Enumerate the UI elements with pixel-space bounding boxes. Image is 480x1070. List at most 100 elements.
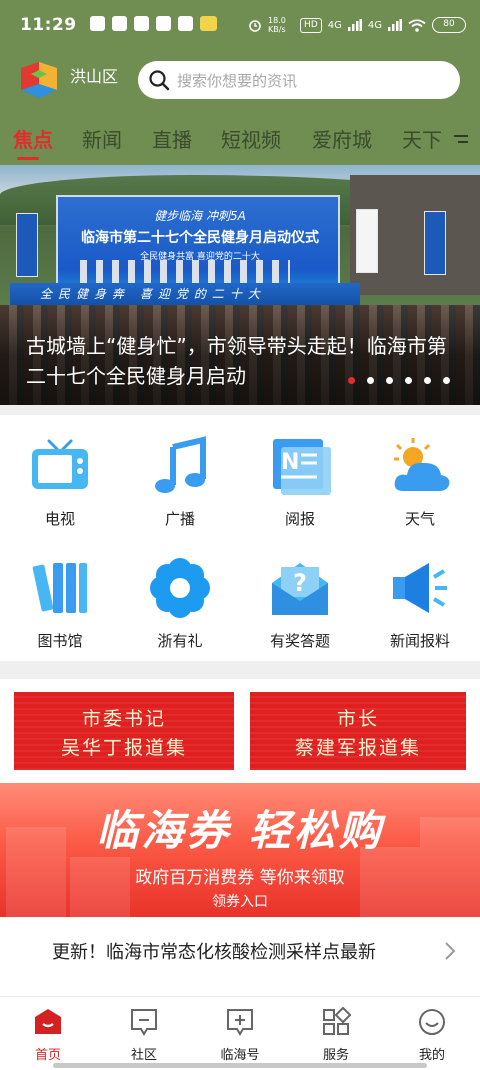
service-gift[interactable]: 浙有礼 (120, 537, 240, 657)
divider (0, 661, 480, 679)
svg-text:?: ? (293, 569, 307, 597)
carousel-dot[interactable] (424, 377, 431, 384)
status-bar: 11:29 18.0 KB/s HD 4G 4G 80 (0, 0, 480, 52)
battery-indicator: 80 (432, 17, 466, 33)
stage-slogan: 健步临海 冲刺5A (154, 209, 246, 223)
coupon-subtitle: 政府百万消费券 等你来领取 (135, 868, 345, 888)
app-notification-icon (200, 16, 217, 31)
app-notification-icon (156, 16, 171, 31)
report-subtitle: 吴华丁报道集 (60, 737, 187, 759)
tab-menu-icon[interactable] (444, 124, 480, 154)
nav-home[interactable]: 首页 (0, 997, 96, 1070)
service-label: 阅报 (284, 510, 315, 528)
search-icon (149, 70, 170, 91)
music-note-icon (155, 436, 206, 493)
signal-label: 4G (327, 19, 342, 31)
bottom-navigation: 首页 社区 临海号 服务 我的 (0, 996, 480, 1070)
newspaper-icon: N (273, 439, 331, 495)
mayor-report-banner[interactable]: 市长 蔡建军报道集 (250, 692, 466, 770)
search-placeholder: 搜索你想要的资讯 (177, 72, 298, 90)
nav-label: 临海号 (220, 1048, 260, 1063)
signal-icon (388, 19, 402, 31)
service-weather[interactable]: 天气 (360, 415, 480, 535)
nav-linhai-account[interactable]: 临海号 (192, 997, 288, 1070)
tv-icon (32, 439, 88, 489)
coupon-title: 临海券 轻松购 (96, 806, 384, 855)
coupon-banner[interactable]: 临海券 轻松购 政府百万消费券 等你来领取 领券入口 (0, 783, 480, 917)
stage-people (80, 260, 290, 284)
status-time: 11:29 (20, 15, 77, 35)
stage-platform: 全民健身奔 喜迎党的二十大 (10, 283, 360, 305)
grid-icon (323, 1007, 351, 1035)
home-indicator[interactable] (53, 1063, 427, 1068)
carousel-dot[interactable] (367, 377, 374, 384)
app-notification-icon (112, 16, 127, 31)
carousel-dot[interactable] (405, 377, 412, 384)
nav-label: 服务 (322, 1048, 349, 1063)
headline-carousel[interactable]: 健步临海 冲刺5A 临海市第二十七个全民健身月启动仪式 全民健身共富 喜迎党的二… (0, 165, 480, 405)
service-quiz[interactable]: ? 有奖答题 (240, 537, 360, 657)
question-mail-icon: ? (272, 563, 328, 615)
tab-live[interactable]: 直播 (152, 124, 192, 153)
service-tv[interactable]: 电视 (0, 415, 120, 535)
divider (0, 986, 480, 996)
notification-icons (90, 16, 217, 31)
weather-icon (394, 438, 450, 491)
carousel-dot[interactable] (386, 377, 393, 384)
service-label: 图书馆 (37, 632, 83, 650)
channel-tabs: 焦点 新闻 直播 短视频 爱府城 天下 (0, 124, 480, 165)
service-label: 有奖答题 (269, 632, 330, 650)
nav-label: 社区 (130, 1048, 157, 1063)
header: 11:29 18.0 KB/s HD 4G 4G 80 洪山区 搜索你想要的资讯… (0, 0, 480, 165)
smile-icon (419, 1009, 445, 1035)
tab-world[interactable]: 天下 (402, 124, 442, 153)
service-label: 新闻报料 (389, 632, 450, 650)
service-label: 广播 (164, 510, 195, 528)
nav-label: 首页 (34, 1048, 61, 1063)
service-label: 电视 (44, 510, 75, 528)
flower-icon (150, 558, 210, 618)
app-logo-icon[interactable] (17, 58, 61, 102)
app-notification-icon (90, 16, 105, 31)
news-ticker[interactable]: 更新！临海市常态化核酸检测采样点最新 (0, 922, 480, 986)
location-selector[interactable]: 洪山区 (70, 63, 118, 87)
services-grid: 电视 广播 N 阅报 天气 图书馆 浙有礼 ? 有奖答题 新闻报料 (0, 415, 480, 661)
report-subtitle: 蔡建军报道集 (294, 737, 421, 759)
coupon-entry-link[interactable]: 领券入口 (0, 891, 480, 911)
books-icon (32, 563, 87, 613)
service-radio[interactable]: 广播 (120, 415, 240, 535)
service-library[interactable]: 图书馆 (0, 537, 120, 657)
add-square-icon (227, 1009, 253, 1036)
nav-community[interactable]: 社区 (96, 997, 192, 1070)
nav-services[interactable]: 服务 (288, 997, 384, 1070)
net-speed: 18.0 KB/s (268, 16, 286, 34)
service-label: 浙有礼 (157, 632, 203, 650)
hd-badge: HD (300, 17, 322, 33)
service-newspaper[interactable]: N 阅报 (240, 415, 360, 535)
carousel-dots (348, 377, 450, 384)
carousel-dot[interactable] (443, 377, 450, 384)
system-indicators: 18.0 KB/s HD 4G 4G 80 (248, 16, 466, 34)
app-notification-icon (178, 16, 193, 31)
carousel-dot[interactable] (348, 377, 355, 384)
banner-flag (16, 213, 38, 277)
nav-mine[interactable]: 我的 (384, 997, 480, 1070)
alarm-icon (249, 20, 261, 32)
service-label: 天气 (404, 510, 435, 528)
nav-label: 我的 (418, 1048, 445, 1063)
wifi-icon (408, 18, 426, 32)
service-news-tip[interactable]: 新闻报料 (360, 537, 480, 657)
signal-label: 4G (367, 19, 382, 31)
platform-text: 全民健身奔 喜迎党的二十大 (40, 287, 266, 301)
banner-flag (424, 211, 446, 275)
tab-short-video[interactable]: 短视频 (221, 124, 281, 153)
divider (0, 405, 480, 415)
tab-focus[interactable]: 焦点 (13, 124, 53, 153)
signal-icon (347, 19, 362, 31)
search-bar[interactable]: 搜索你想要的资讯 (138, 61, 460, 99)
secretary-report-banner[interactable]: 市委书记 吴华丁报道集 (14, 692, 234, 770)
banner-flag (356, 209, 378, 273)
tab-fucheng[interactable]: 爱府城 (312, 124, 372, 153)
tab-news[interactable]: 新闻 (82, 124, 122, 153)
report-title: 市长 (336, 708, 379, 730)
